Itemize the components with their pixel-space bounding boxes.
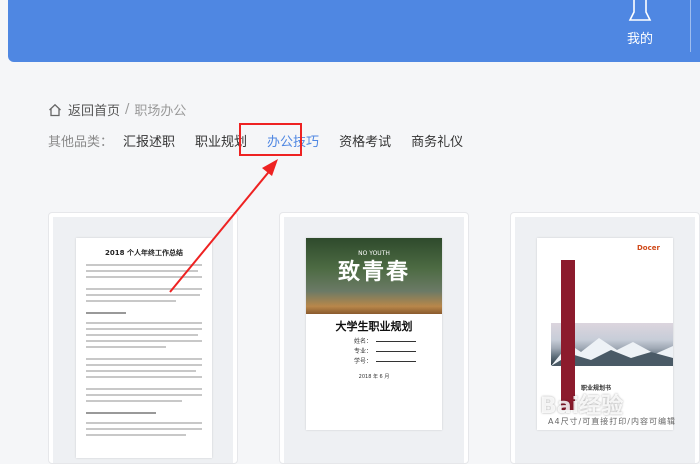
annotation-arrow-icon xyxy=(169,159,278,293)
